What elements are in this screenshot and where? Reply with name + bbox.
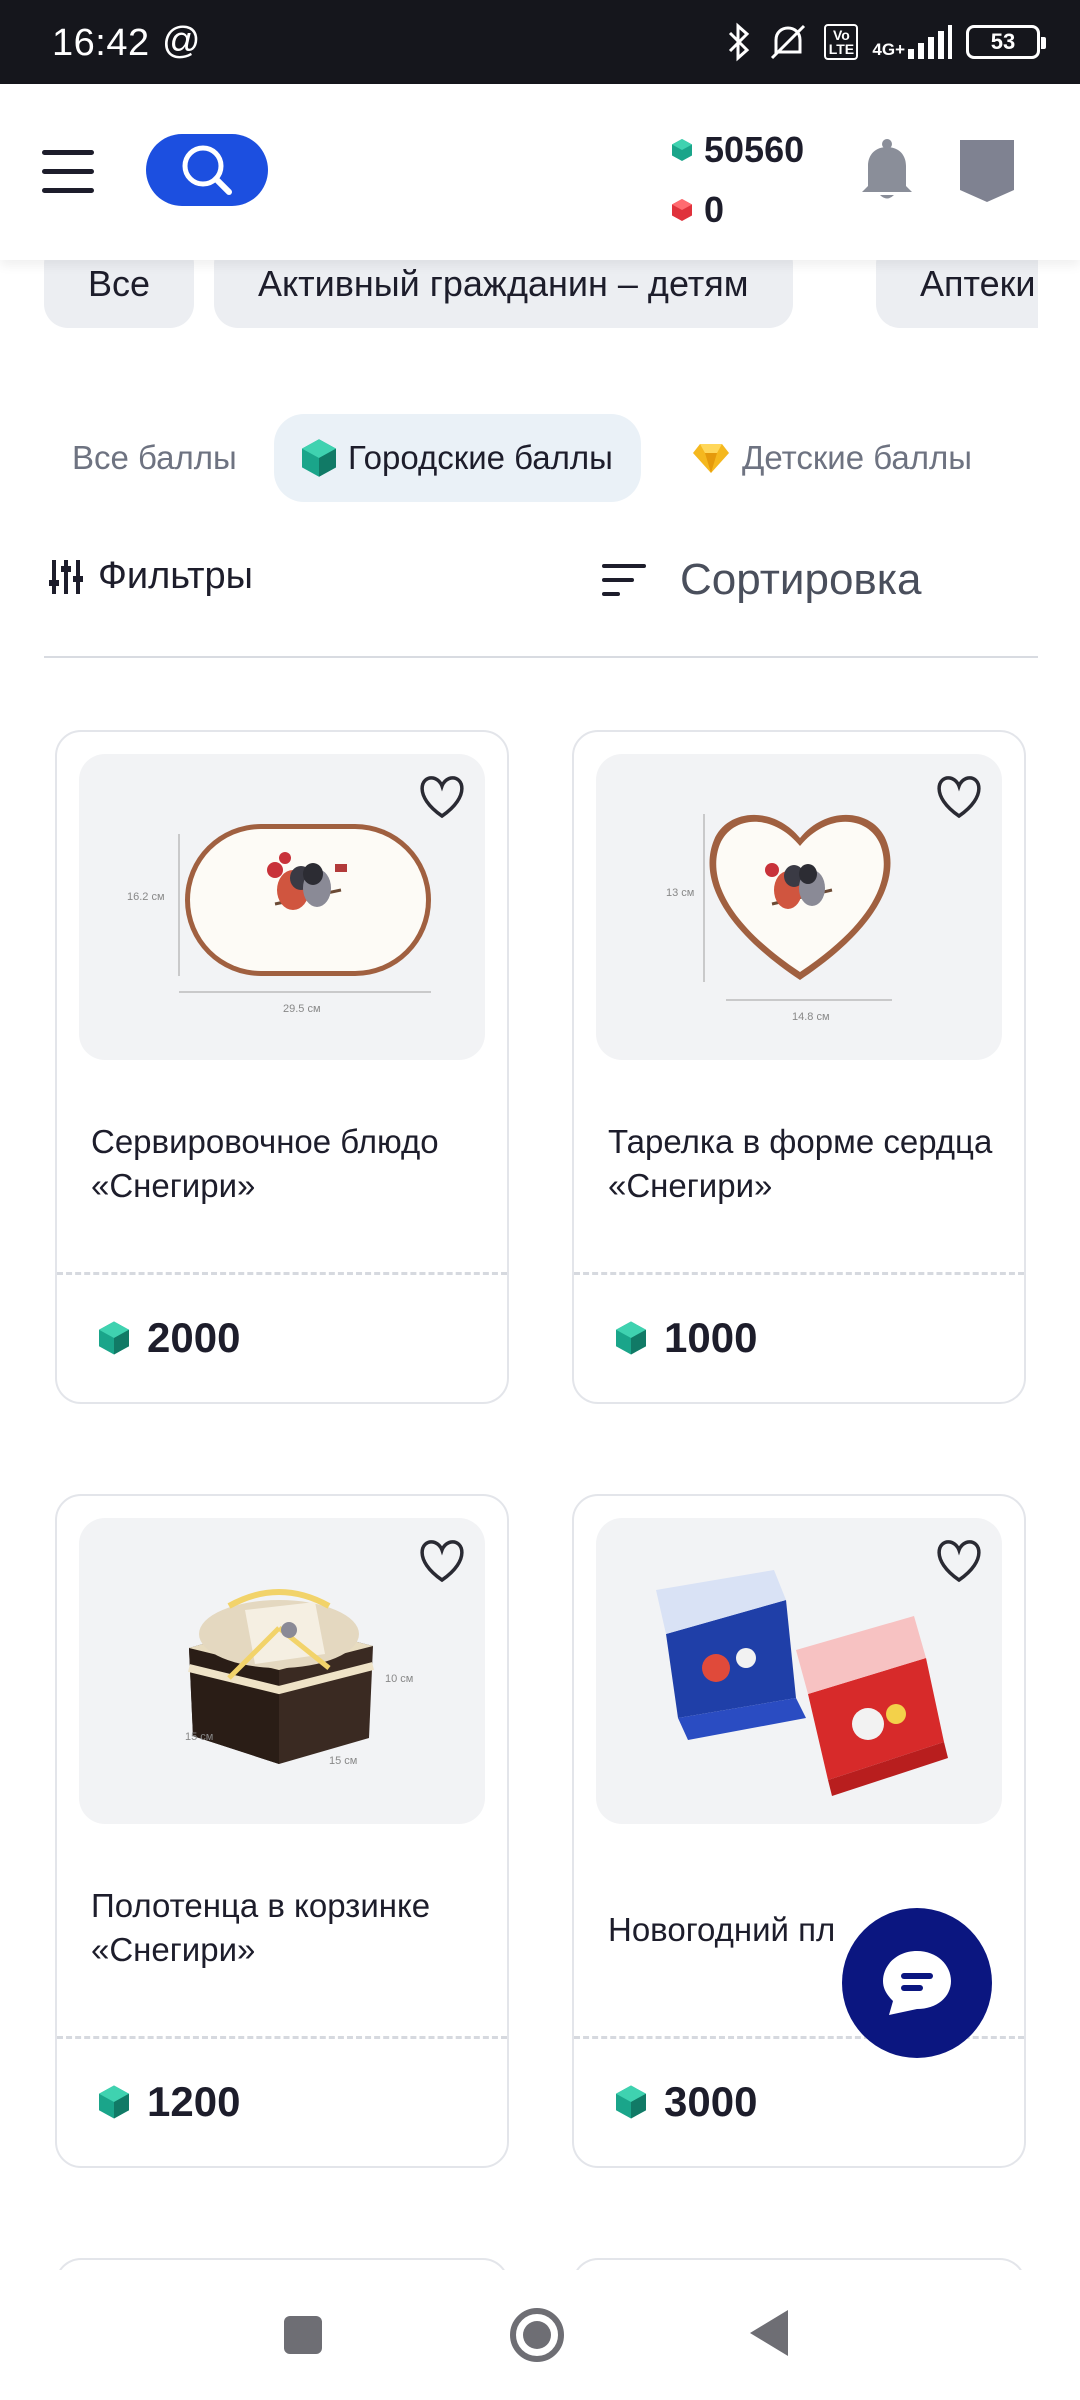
heart-icon [420, 776, 464, 819]
tab-all-points[interactable]: Все баллы [72, 414, 237, 502]
price-value: 2000 [147, 1314, 241, 1361]
product-card[interactable]: 16.2 см 29.5 см Сервировочное блюдо «Сне… [55, 730, 509, 1404]
heart-icon [937, 1540, 981, 1583]
city-points-balance: 50560 [672, 120, 804, 180]
favorite-button[interactable] [934, 1538, 984, 1589]
plate-height-label: 13 см [666, 887, 694, 899]
kid-gem-icon [672, 199, 692, 221]
heart-icon [420, 1540, 464, 1583]
sort-icon [602, 564, 646, 596]
product-title: Тарелка в форме сердца «Снегири» [608, 1123, 993, 1204]
tab-city-points-label: Городские баллы [348, 439, 613, 476]
city-gem-icon [99, 1321, 129, 1355]
recents-button[interactable] [282, 2314, 324, 2361]
sort-label: Сортировка [680, 555, 922, 604]
signal-icon [908, 25, 952, 59]
basket-depth-label: 15 см [185, 1731, 213, 1743]
app-header: 50560 0 [0, 84, 1080, 260]
card-divider [57, 1272, 507, 1275]
status-icons: Vo LTE 4G+ 53 [726, 20, 1046, 64]
battery-icon: 53 [966, 25, 1046, 59]
chat-button[interactable] [842, 1908, 992, 2058]
product-price: 3000 [616, 2078, 757, 2126]
divider [44, 656, 1038, 658]
product-card[interactable]: 13 см 14.8 см Тарелка в форме сердца «Сн… [572, 730, 1026, 1404]
city-gem-icon [616, 2085, 646, 2119]
tab-all-points-label: Все баллы [72, 439, 237, 476]
filters-button[interactable]: Фильтры [48, 555, 253, 598]
basket-width-label: 15 см [329, 1755, 357, 1767]
price-value: 1200 [147, 2078, 241, 2125]
kid-points-balance: 0 [672, 180, 804, 240]
product-card[interactable]: Новогодний пл 3000 [572, 1494, 1026, 2168]
back-triangle-icon [750, 2310, 788, 2356]
profile-button[interactable] [958, 136, 1016, 209]
back-button[interactable] [748, 2308, 790, 2363]
tab-city-points[interactable]: Городские баллы [274, 414, 641, 502]
product-price: 1200 [99, 2078, 240, 2126]
product-title: Сервировочное блюдо «Снегири» [91, 1123, 439, 1204]
price-value: 3000 [664, 2078, 758, 2125]
city-gem-icon [302, 439, 336, 477]
product-title: Полотенца в корзинке «Снегири» [91, 1887, 431, 1968]
network-type: 4G+ [872, 40, 905, 59]
city-points-value: 50560 [704, 129, 805, 170]
status-at-icon: @ [162, 20, 201, 62]
heart-icon [937, 776, 981, 819]
status-bar: 16:42 @ Vo LTE 4G+ 53 [0, 0, 1080, 84]
notifications-button[interactable] [858, 138, 916, 207]
dish-width-label: 29.5 см [283, 1003, 321, 1015]
favorite-button[interactable] [417, 1538, 467, 1589]
battery-level: 53 [990, 29, 1016, 54]
dish-height-label: 16.2 см [127, 891, 165, 903]
shield-icon [960, 140, 1014, 202]
city-gem-icon [672, 139, 692, 161]
city-gem-icon [616, 1321, 646, 1355]
home-circle-icon [510, 2308, 564, 2362]
menu-icon[interactable] [42, 150, 94, 194]
basket-height-label: 10 см [385, 1673, 413, 1685]
search-button[interactable] [146, 134, 268, 206]
product-price: 1000 [616, 1314, 757, 1362]
system-nav-bar [0, 2270, 1080, 2400]
kid-points-value: 0 [704, 189, 725, 230]
tab-kid-points-label: Детские баллы [742, 439, 972, 476]
plate-width-label: 14.8 см [792, 1011, 830, 1023]
product-image: 16.2 см 29.5 см [79, 754, 485, 1060]
product-price: 2000 [99, 1314, 240, 1362]
favorite-button[interactable] [934, 774, 984, 825]
square-icon [284, 2316, 322, 2354]
product-image [596, 1518, 1002, 1824]
card-divider [574, 1272, 1024, 1275]
product-image: 13 см 14.8 см [596, 754, 1002, 1060]
price-value: 1000 [664, 1314, 758, 1361]
points-balance[interactable]: 50560 0 [672, 120, 804, 240]
filter-sliders-icon [49, 559, 83, 594]
volte-icon: Vo LTE [824, 24, 859, 60]
tab-kid-points[interactable]: Детские баллы [692, 414, 972, 502]
mute-icon [771, 24, 806, 60]
status-time: 16:42 [52, 22, 150, 64]
favorite-button[interactable] [417, 774, 467, 825]
diamond-icon [693, 444, 729, 473]
chat-bubble-icon [883, 1951, 951, 2015]
card-divider [57, 2036, 507, 2039]
product-card[interactable]: 15 см 15 см 10 см Полотенца в корзинке «… [55, 1494, 509, 2168]
bluetooth-icon [729, 22, 750, 62]
city-gem-icon [99, 2085, 129, 2119]
product-image: 15 см 15 см 10 см [79, 1518, 485, 1824]
search-icon [182, 145, 232, 195]
sort-button[interactable]: Сортировка [602, 555, 921, 605]
bell-icon [862, 139, 912, 199]
home-button[interactable] [508, 2306, 566, 2369]
filters-label: Фильтры [98, 555, 253, 597]
